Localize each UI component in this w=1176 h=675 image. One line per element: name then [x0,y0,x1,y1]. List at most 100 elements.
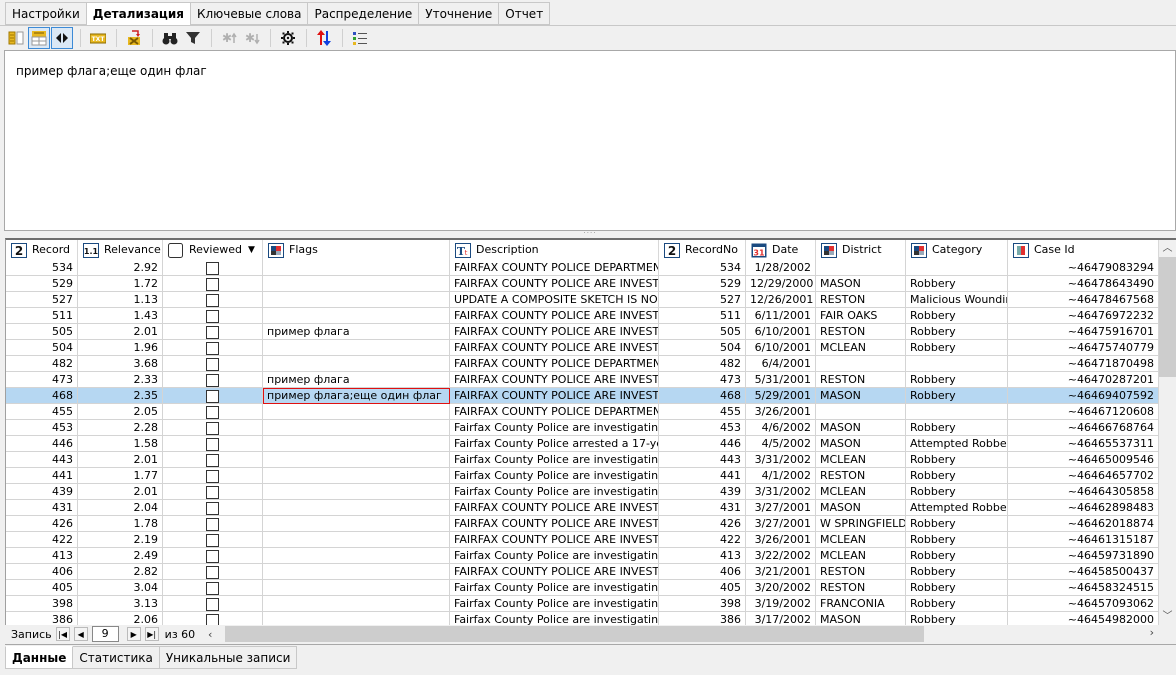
cell-caseid[interactable]: ~46462898483 [1008,500,1159,516]
table-row[interactable]: 504 1.96 FAIRFAX COUNTY POLICE ARE INVESTI… [6,340,1159,356]
cell-flags[interactable]: пример флага [263,324,450,340]
cell-caseid[interactable]: ~46471870498 [1008,356,1159,372]
cell-record[interactable]: 482 [6,356,78,372]
cell-category[interactable] [906,260,1008,276]
cell-record[interactable]: 473 [6,372,78,388]
cell-category[interactable]: Attempted Robbery [906,436,1008,452]
column-header-relevance[interactable]: 1.1 Relevance [78,240,163,260]
cell-category[interactable]: Malicious Wounding [906,292,1008,308]
cell-caseid[interactable]: ~46465009546 [1008,452,1159,468]
split-view-button[interactable] [51,27,73,49]
cell-district[interactable]: FAIR OAKS [816,308,906,324]
cell-relevance[interactable]: 2.49 [78,548,163,564]
cell-category[interactable]: Robbery [906,532,1008,548]
cell-relevance[interactable]: 1.77 [78,468,163,484]
reviewed-checkbox[interactable] [206,549,219,563]
cell-flags[interactable] [263,436,450,452]
cell-relevance[interactable]: 3.13 [78,596,163,612]
reviewed-checkbox[interactable] [206,437,219,451]
cell-recordno[interactable]: 441 [659,468,746,484]
cell-date[interactable]: 5/31/2001 [746,372,816,388]
cell-caseid[interactable]: ~46475916701 [1008,324,1159,340]
cell-recordno[interactable]: 527 [659,292,746,308]
cell-description[interactable]: FAIRFAX COUNTY POLICE ARE INVESTIGA [450,372,659,388]
cell-reviewed[interactable] [163,420,263,436]
cell-category[interactable]: Attempted Robbery [906,500,1008,516]
cell-description[interactable]: FAIRFAX COUNTY POLICE ARE INVESTIGA [450,564,659,580]
cell-district[interactable]: FRANCONIA [816,596,906,612]
cell-category[interactable]: Robbery [906,516,1008,532]
cell-reviewed[interactable] [163,404,263,420]
cell-flags[interactable] [263,308,450,324]
cell-reviewed[interactable] [163,324,263,340]
cell-flags[interactable] [263,260,450,276]
reviewed-checkbox[interactable] [206,341,219,355]
cell-record[interactable]: 426 [6,516,78,532]
cell-relevance[interactable]: 2.04 [78,500,163,516]
column-header-description[interactable]: Tt Description [450,240,659,260]
table-row[interactable]: 443 2.01 Fairfax County Police are investi… [6,452,1159,468]
find-button[interactable] [159,27,181,49]
cell-category[interactable]: Robbery [906,452,1008,468]
cell-relevance[interactable]: 2.01 [78,484,163,500]
cell-recordno[interactable]: 398 [659,596,746,612]
reviewed-checkbox[interactable] [206,421,219,435]
cell-category[interactable] [906,356,1008,372]
cell-date[interactable]: 3/19/2002 [746,596,816,612]
cell-district[interactable]: MCLEAN [816,452,906,468]
cell-description[interactable]: Fairfax County Police are investigating … [450,420,659,436]
reviewed-checkbox[interactable] [206,405,219,419]
cell-category[interactable]: Robbery [906,420,1008,436]
cell-recordno[interactable]: 529 [659,276,746,292]
cell-description[interactable]: UPDATE A COMPOSITE SKETCH IS NOW A [450,292,659,308]
cell-reviewed[interactable] [163,532,263,548]
cell-caseid[interactable]: ~46469407592 [1008,388,1159,404]
cell-description[interactable]: FAIRFAX COUNTY POLICE ARE INVESTIGA [450,324,659,340]
cell-date[interactable]: 6/10/2001 [746,324,816,340]
cell-district[interactable]: MCLEAN [816,532,906,548]
cell-reviewed[interactable] [163,436,263,452]
column-header-flags[interactable]: Flags [263,240,450,260]
scroll-up-icon[interactable]: ︿ [1159,240,1176,257]
cell-date[interactable]: 3/26/2001 [746,532,816,548]
list-view-button[interactable] [349,27,371,49]
table-row[interactable]: 422 2.19 FAIRFAX COUNTY POLICE ARE INVESTI… [6,532,1159,548]
reviewed-checkbox[interactable] [206,597,219,611]
cell-date[interactable]: 3/26/2001 [746,404,816,420]
cell-recordno[interactable]: 504 [659,340,746,356]
cell-date[interactable]: 4/1/2002 [746,468,816,484]
table-row[interactable]: 413 2.49 Fairfax County Police are investi… [6,548,1159,564]
cell-caseid[interactable]: ~46464305858 [1008,484,1159,500]
cell-reviewed[interactable] [163,356,263,372]
table-row[interactable]: 529 1.72 FAIRFAX COUNTY POLICE ARE INVESTI… [6,276,1159,292]
cell-flags[interactable] [263,484,450,500]
cell-category[interactable]: Robbery [906,340,1008,356]
reviewed-checkbox[interactable] [206,469,219,483]
cell-caseid[interactable]: ~46465537311 [1008,436,1159,452]
cell-reviewed[interactable] [163,276,263,292]
cell-record[interactable]: 422 [6,532,78,548]
cell-flags[interactable] [263,580,450,596]
cell-district[interactable]: MASON [816,436,906,452]
horizontal-scrollbar-thumb[interactable] [225,626,924,642]
cell-relevance[interactable]: 2.35 [78,388,163,404]
cell-category[interactable]: Robbery [906,596,1008,612]
reviewed-checkbox[interactable] [206,261,219,275]
cell-recordno[interactable]: 426 [659,516,746,532]
cell-relevance[interactable]: 1.13 [78,292,163,308]
cell-description[interactable]: Fairfax County Police are investigating … [450,580,659,596]
table-row[interactable]: 482 3.68 FAIRFAX COUNTY POLICE DEPARTMENT,… [6,356,1159,372]
cell-description[interactable]: FAIRFAX COUNTY POLICE ARE INVESTIGA [450,308,659,324]
cell-flags[interactable] [263,596,450,612]
reviewed-checkbox[interactable] [206,357,219,371]
tab-2[interactable]: Ключевые слова [190,2,309,25]
cell-reviewed[interactable] [163,308,263,324]
cell-description[interactable]: Fairfax County Police arrested a 17-year… [450,436,659,452]
cell-flags[interactable] [263,340,450,356]
cell-caseid[interactable]: ~46476972232 [1008,308,1159,324]
cell-district[interactable]: MASON [816,500,906,516]
cell-flags[interactable] [263,500,450,516]
cell-date[interactable]: 3/21/2001 [746,564,816,580]
cell-district[interactable]: MCLEAN [816,340,906,356]
cell-category[interactable]: Robbery [906,372,1008,388]
